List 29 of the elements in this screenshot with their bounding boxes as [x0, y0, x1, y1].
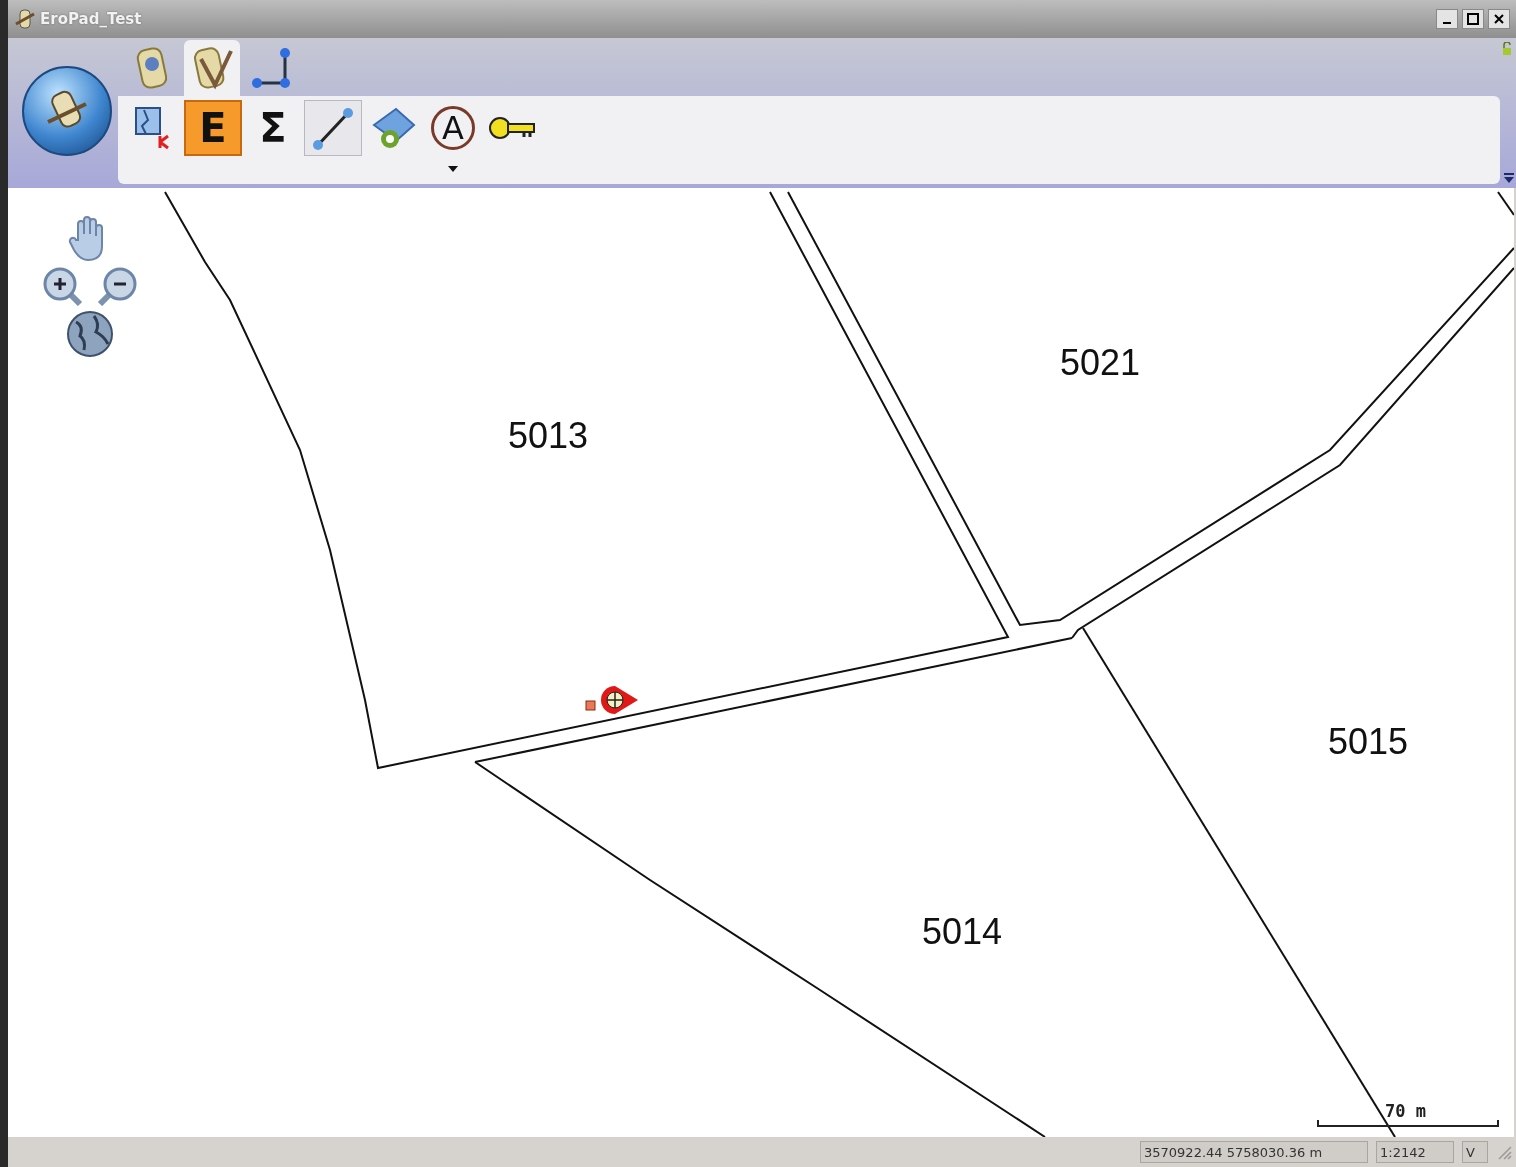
- mode-field: V: [1462, 1141, 1488, 1163]
- maximize-button[interactable]: [1462, 9, 1484, 29]
- globe-icon[interactable]: [66, 310, 114, 358]
- scale-field: 1:2142: [1376, 1141, 1454, 1163]
- line-segment-icon: [310, 105, 356, 151]
- parcel-label: 5015: [1327, 721, 1409, 762]
- lock-icon: [1502, 42, 1512, 56]
- tool-button[interactable]: Σ: [244, 100, 302, 156]
- vertex-marker: [585, 700, 596, 711]
- tool-button[interactable]: E: [184, 100, 242, 156]
- parcel-label: 5014: [921, 911, 1003, 952]
- close-icon: [1493, 13, 1505, 25]
- scale-label: 70 m: [1385, 1101, 1426, 1121]
- coordinates-field: 3570922.44 5758030.36 m: [1140, 1141, 1368, 1163]
- parcel-label: 5013: [507, 415, 589, 456]
- dropdown-caret-icon[interactable]: [448, 166, 458, 172]
- position-marker: [601, 686, 638, 714]
- ribbon-scroll-icon[interactable]: [1504, 172, 1514, 184]
- maximize-icon: [1467, 13, 1479, 25]
- resize-grip-icon[interactable]: [1496, 1144, 1512, 1160]
- ribbon-tab[interactable]: [184, 40, 240, 96]
- minimize-icon: [1443, 22, 1451, 24]
- minimize-button[interactable]: [1436, 9, 1458, 29]
- app-icon: [14, 8, 36, 30]
- window-title: EroPad_Test: [40, 10, 143, 28]
- parcel-label: 5021: [1059, 342, 1141, 383]
- close-button[interactable]: [1488, 9, 1510, 29]
- tool-button[interactable]: [304, 100, 362, 156]
- map-canvas[interactable]: 5013 5021 5015 5014 70 m: [8, 188, 1514, 1137]
